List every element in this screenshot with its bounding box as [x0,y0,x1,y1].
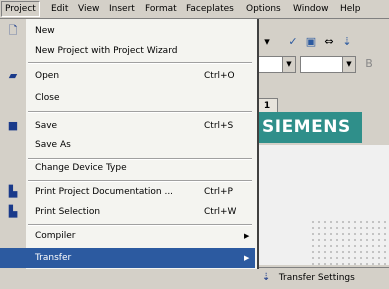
menu-item-shortcut: Ctrl+S [204,121,234,131]
font-combo[interactable]: ▼ [300,56,356,73]
menu-item-label: Print Selection [35,207,101,217]
check-icon[interactable]: ✓ [284,33,302,51]
menu-item-label: Open [35,71,60,81]
transfer-icon[interactable]: ⇣ [338,33,356,51]
menu-edit[interactable]: Edit [48,2,71,16]
menu-item-transfer[interactable]: Transfer ▶ [0,248,255,268]
save-icon: ■ [7,119,19,132]
submenu-arrow-icon: ▶ [244,254,250,262]
menu-item-label: Print Project Documentation ... [35,187,174,197]
siemens-logo: SIEMENS [256,112,362,143]
menu-separator [28,111,252,113]
menu-item-label: Close [35,93,60,103]
menu-insert[interactable]: Insert [106,2,138,16]
compile-icon[interactable]: ▣ [302,33,320,51]
menu-item-save-as[interactable]: Save As [0,135,255,155]
menubar: Project Edit View Insert Format Faceplat… [0,0,389,19]
menu-item-compiler[interactable]: Compiler ▶ [0,226,255,246]
menu-item-label: Compiler [35,231,76,241]
print-icon: ▙ [8,185,18,198]
project-menu-dropdown: 🗋 New New Project with Project Wizard ▰ … [0,19,259,269]
transfer-settings-item[interactable]: ⇣ Transfer Settings [262,269,355,286]
menu-item-label: New Project with Project Wizard [35,46,178,56]
chevron-down-icon: ▼ [342,57,355,72]
menu-faceplates[interactable]: Faceplates [183,2,237,16]
menu-item-save[interactable]: ■ Save Ctrl+S [0,116,255,136]
submenu-arrow-icon: ▶ [244,232,250,240]
menu-item-print-project-documentation[interactable]: ▙ Print Project Documentation ... Ctrl+P [0,182,255,202]
new-document-icon: 🗋 [8,24,18,37]
menu-item-change-device-type[interactable]: Change Device Type [0,158,255,178]
toolbar-row-2: ▼ ▼ B [258,53,389,75]
toolbar-row-1: ▾ ✓ ▣ ⇔ ⇣ [258,31,389,53]
link-icon[interactable]: ⇔ [320,33,338,51]
menu-item-print-selection[interactable]: ▙ Print Selection Ctrl+W [0,202,255,222]
menu-item-shortcut: Ctrl+W [204,207,237,217]
menu-item-shortcut: Ctrl+P [204,187,233,197]
menu-view[interactable]: View [75,2,102,16]
menu-item-label: Change Device Type [35,163,127,173]
menu-options[interactable]: Options [243,2,284,16]
grid-dots [310,219,389,265]
font-size-combo[interactable]: ▼ [258,56,296,73]
menu-project[interactable]: Project [1,1,40,17]
menu-item-label: Save [35,121,58,131]
transfer-settings-icon: ⇣ [262,272,271,283]
menu-window[interactable]: Window [290,2,332,16]
chevron-down-icon: ▼ [282,57,295,72]
menu-item-label: Transfer [35,253,72,263]
menu-item-shortcut: Ctrl+O [204,71,235,81]
menu-item-close[interactable]: Close [0,88,255,108]
tool-arrow-icon[interactable]: ▾ [258,33,276,51]
menu-help[interactable]: Help [337,2,364,16]
transfer-settings-label: Transfer Settings [278,273,355,283]
menu-item-label: Save As [35,140,71,150]
menu-item-new[interactable]: 🗋 New [0,21,255,41]
print-selection-icon: ▙ [8,205,18,218]
menu-item-new-project-wizard[interactable]: New Project with Project Wizard [0,41,255,61]
bold-icon[interactable]: B [360,55,378,73]
menu-format[interactable]: Format [142,2,180,16]
menu-item-label: New [35,26,55,36]
open-folder-icon: ▰ [8,69,18,82]
menu-item-open[interactable]: ▰ Open Ctrl+O [0,66,255,86]
menu-separator [28,62,252,64]
